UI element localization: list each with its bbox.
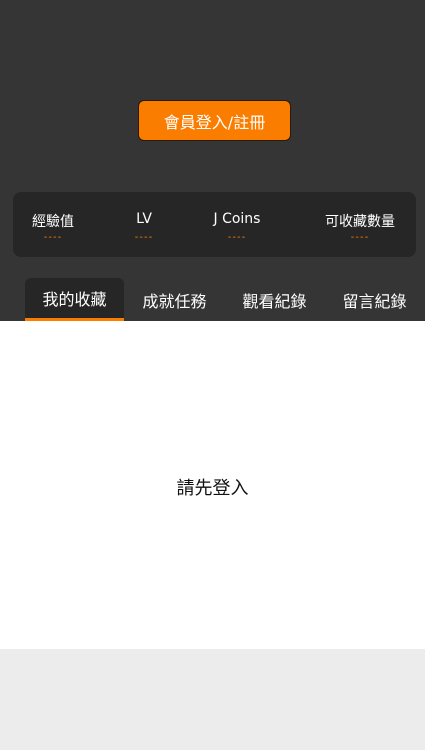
stat-level: LV ---- (113, 192, 175, 257)
tab-watch-history[interactable]: 觀看紀錄 (227, 278, 322, 321)
profile-header: 會員登入/註冊 經驗值 ---- LV ---- J Coins ---- 可收… (0, 0, 425, 321)
stat-value: ---- (227, 232, 247, 243)
stat-label: J Coins (213, 211, 261, 227)
tab-my-collection[interactable]: 我的收藏 (25, 278, 124, 321)
tab-comment-history[interactable]: 留言紀錄 (327, 278, 422, 321)
login-required-message: 請先登入 (176, 478, 249, 499)
stat-value: ---- (43, 232, 63, 243)
tab-content: 請先登入 (0, 321, 425, 649)
stat-experience: 經驗值 ---- (13, 192, 93, 257)
stat-label: LV (136, 211, 152, 227)
stat-jcoins: J Coins ---- (196, 192, 278, 257)
login-register-button[interactable]: 會員登入/註冊 (138, 100, 291, 141)
tab-achievements[interactable]: 成就任務 (127, 278, 222, 321)
stats-panel: 經驗值 ---- LV ---- J Coins ---- 可收藏數量 ---- (13, 192, 416, 257)
stat-label: 可收藏數量 (325, 214, 395, 230)
stat-value: ---- (350, 232, 370, 243)
stat-value: ---- (134, 232, 154, 243)
stat-label: 經驗值 (32, 214, 74, 230)
profile-tabs: 我的收藏 成就任務 觀看紀錄 留言紀錄 (0, 278, 425, 321)
stat-collection-capacity: 可收藏數量 ---- (309, 192, 411, 257)
